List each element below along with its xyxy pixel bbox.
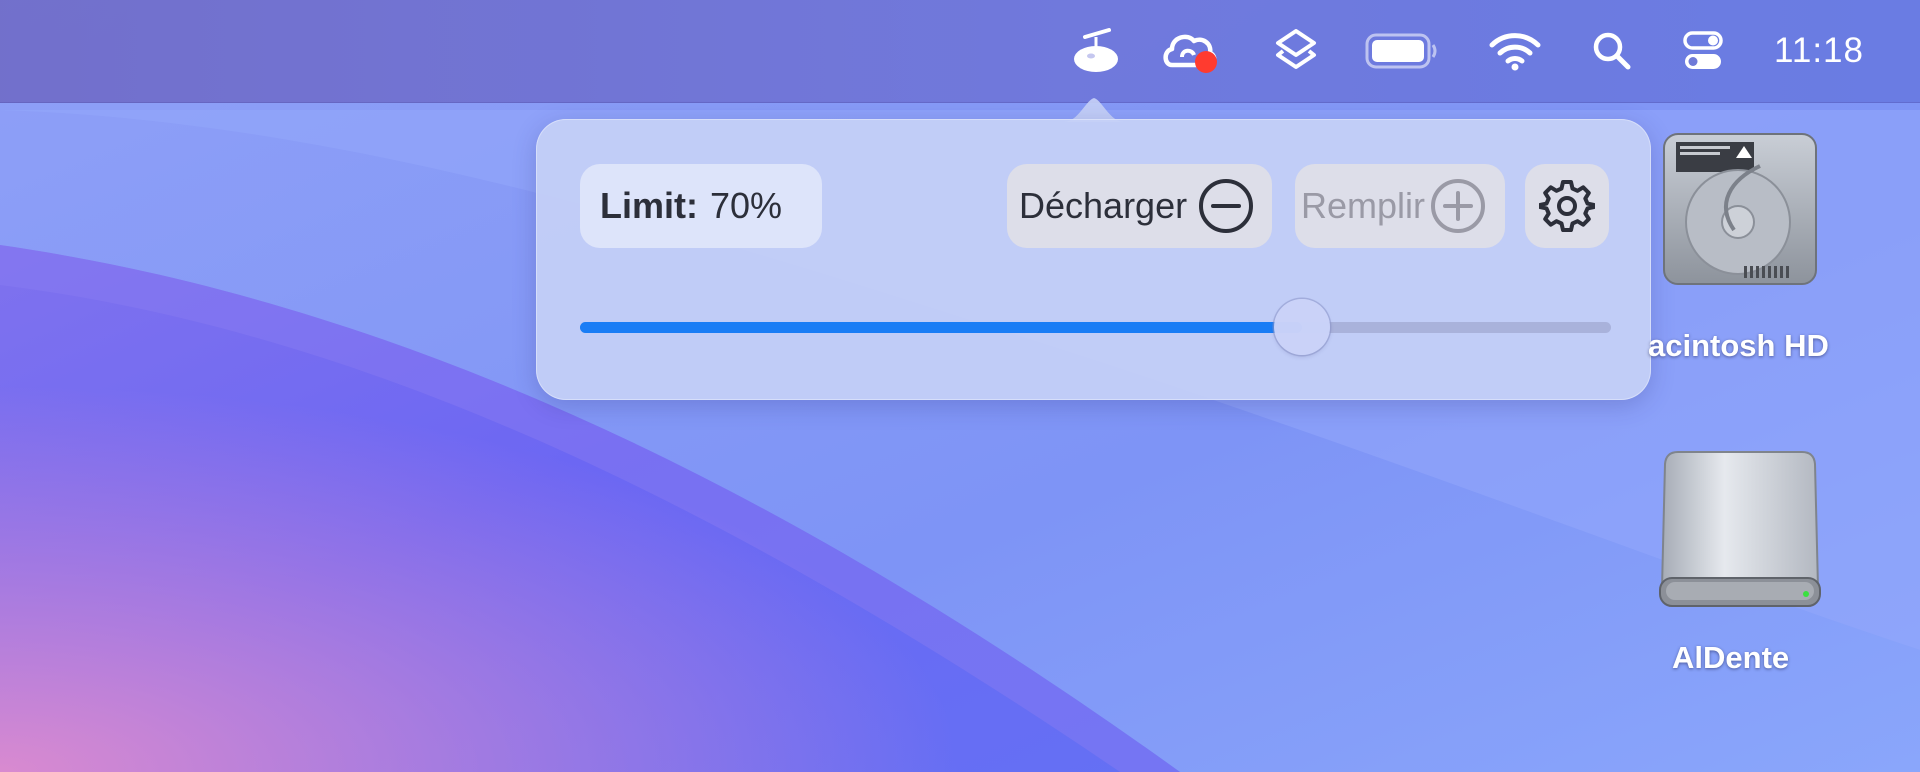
aldente-menu-item[interactable]: [1068, 22, 1124, 80]
wifi-icon: [1489, 33, 1541, 71]
wifi-menu-item[interactable]: [1488, 22, 1542, 80]
limit-display: Limit: 70%: [580, 164, 822, 248]
gear-icon: [1539, 180, 1595, 232]
menu-bar-clock[interactable]: 11:18: [1774, 26, 1864, 76]
settings-button[interactable]: [1525, 164, 1609, 248]
external-drive-icon: [1659, 451, 1821, 607]
fill-button[interactable]: Remplir: [1295, 164, 1505, 248]
charge-limit-slider[interactable]: [580, 299, 1611, 355]
discharge-button[interactable]: Décharger: [1007, 164, 1272, 248]
desktop-icon-aldente[interactable]: [1658, 448, 1822, 610]
control-center-icon: [1683, 31, 1723, 69]
notification-badge: [1195, 51, 1217, 73]
aldente-popover: Limit: 70% Décharger Remplir: [536, 119, 1651, 400]
battery-icon: [1365, 33, 1437, 69]
desktop-icon-label: acintosh HD: [1648, 328, 1829, 363]
creative-cloud-menu-item[interactable]: [1160, 22, 1222, 80]
spotlight-menu-item[interactable]: [1590, 22, 1634, 80]
slider-thumb[interactable]: [1273, 299, 1330, 355]
limit-value: 70%: [709, 185, 783, 226]
creative-cloud-icon: [1163, 34, 1217, 73]
layers-icon: [1276, 29, 1316, 69]
plus-circle-icon: [1429, 177, 1487, 235]
desktop-icon-macintosh-hd[interactable]: [1660, 130, 1820, 294]
fill-button-label: Remplir: [1301, 185, 1426, 226]
battery-menu-item[interactable]: [1364, 22, 1440, 80]
aldente-icon: [1074, 28, 1118, 72]
slider-fill: [580, 322, 1302, 333]
search-icon: [1593, 32, 1631, 70]
hard-drive-icon: [1663, 133, 1817, 285]
desktop-icon-label: AlDente: [1672, 640, 1790, 675]
shortcuts-menu-item[interactable]: [1272, 22, 1320, 80]
limit-label: Limit:: [600, 185, 698, 226]
menu-bar: 11:18: [0, 0, 1920, 103]
minus-circle-icon: [1197, 177, 1255, 235]
discharge-button-label: Décharger: [1019, 185, 1188, 226]
control-center-menu-item[interactable]: [1680, 22, 1726, 80]
